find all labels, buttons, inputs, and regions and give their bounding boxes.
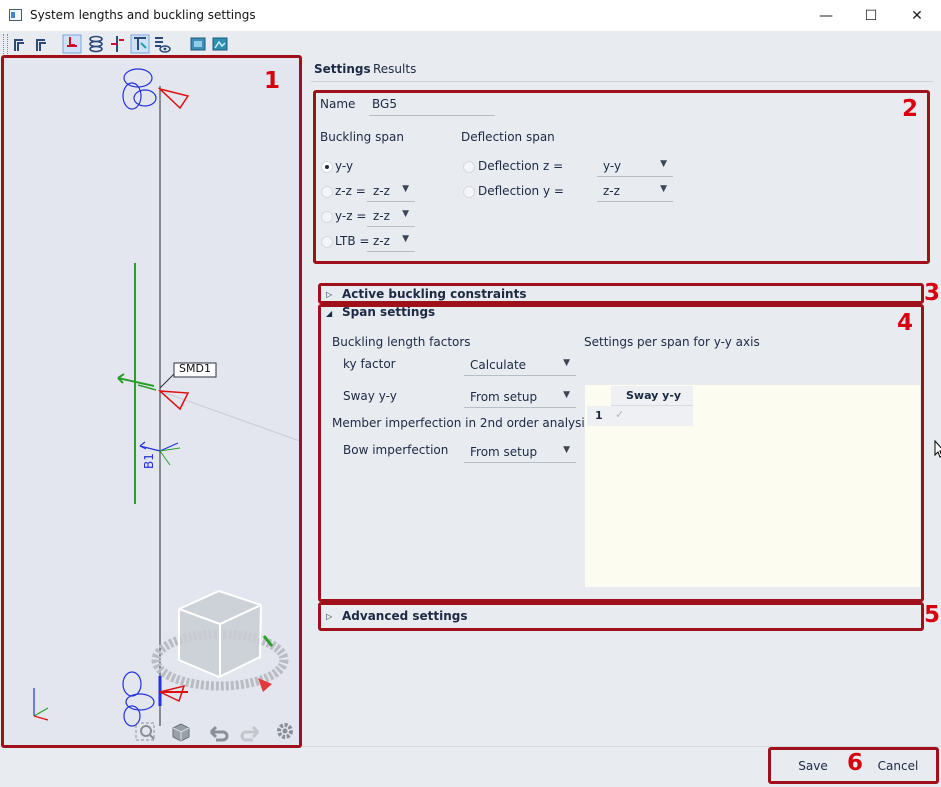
layers-icon[interactable] xyxy=(86,34,106,54)
maximize-button[interactable]: ☐ xyxy=(848,0,894,31)
annotation-box-1 xyxy=(1,55,302,748)
annotation-box-5 xyxy=(318,602,924,631)
eye-icon[interactable] xyxy=(152,34,172,54)
title-bar: System lengths and buckling settings — ☐… xyxy=(0,0,941,31)
close-button[interactable]: ✕ xyxy=(894,0,940,31)
model-icon[interactable] xyxy=(210,34,230,54)
annotation-number-2: 2 xyxy=(902,96,919,122)
toolbar-grip xyxy=(3,34,8,54)
mouse-cursor-icon xyxy=(934,440,941,458)
tab-results[interactable]: Results xyxy=(373,62,416,76)
annotation-box-4 xyxy=(318,304,924,602)
annotation-number-3: 3 xyxy=(924,280,941,306)
annotation-box-3 xyxy=(318,283,924,304)
annotation-number-5: 5 xyxy=(924,602,941,628)
member-icon[interactable] xyxy=(62,34,82,54)
tab-divider xyxy=(311,81,933,82)
annotation-number-4: 4 xyxy=(897,310,914,336)
tab-settings[interactable]: Settings xyxy=(314,62,371,76)
node-icon[interactable] xyxy=(130,34,150,54)
frame-view-2-icon[interactable] xyxy=(34,34,54,54)
app-icon xyxy=(9,9,22,21)
render-icon[interactable] xyxy=(188,34,208,54)
minimize-button[interactable]: — xyxy=(803,0,849,31)
annotation-box-2 xyxy=(313,90,930,264)
annotation-number-6: 6 xyxy=(847,750,864,776)
frame-view-icon[interactable] xyxy=(12,34,32,54)
annotation-number-1: 1 xyxy=(264,68,281,94)
support-icon[interactable] xyxy=(108,34,128,54)
window-title: System lengths and buckling settings xyxy=(30,8,256,22)
toolbar xyxy=(0,31,941,56)
